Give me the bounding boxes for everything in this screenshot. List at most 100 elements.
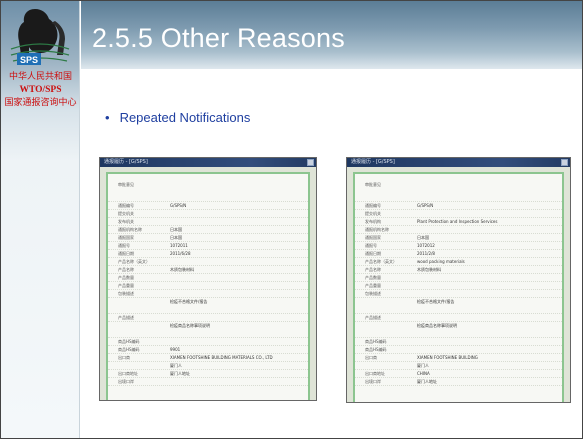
form-rows: 通报编号 G/SPS/N 提交机关 发布机关 通报机构名称 日本国 通报国家 日本国 通报号 10…: [108, 194, 308, 386]
form-heading: 审批意见: [365, 182, 381, 187]
form-row: 产品重量: [108, 282, 308, 290]
form-row-value: G/SPS/N: [170, 203, 187, 208]
form-row: 提交机关: [108, 210, 308, 218]
form-row-label: 通报编号: [118, 203, 134, 208]
form-row-value: 木质包装材料: [417, 267, 441, 272]
form-row-value: 厦门人: [170, 363, 182, 368]
form-row-label: 产品重量: [118, 283, 134, 288]
form-row: 通报机构名称: [355, 226, 562, 234]
form-row-value: XIAMEN FOOTSHINE BUILDING: [417, 355, 478, 360]
form-row: 出口商 XIAMEN FOOTSHINE BUILDING: [355, 354, 562, 362]
form-row-label: 产品名称: [365, 267, 381, 272]
form-row-value: 厦门人地址: [417, 379, 437, 384]
form-row-value: 2011/2/8: [417, 251, 435, 256]
form-row: 通报日期 2011/6/28: [108, 250, 308, 258]
form-row: 产品名称（英文）: [108, 258, 308, 266]
screenshot-title: 通报履历 - [G/SPS]: [351, 159, 395, 165]
screenshot-form: 审批意见 通报编号 G/SPS/N 提交机关发布机构 Plant Protection…: [353, 172, 564, 402]
form-row: [108, 194, 308, 202]
screenshot-titlebar: 通报履历 - [G/SPS]: [100, 158, 316, 167]
form-row-value: XIAMEN FOOTSHINE BUILDING MATERIALS CO.,…: [170, 355, 273, 360]
form-row-label: 商品HS编码: [118, 339, 140, 344]
form-row-label: 产品重量: [365, 283, 381, 288]
form-row-label: 产品数量: [118, 275, 134, 280]
form-row-label: 产品描述: [118, 315, 134, 320]
caption-line1: 中华人民共和国: [8, 72, 72, 82]
form-row: 产品名称 木质包装材料: [355, 266, 562, 274]
form-row-value: 厦门人地址: [170, 371, 190, 376]
form-row: 商品HS编码: [355, 346, 562, 354]
form-row: 包装描述: [355, 290, 562, 298]
form-row-label: 出境口岸: [118, 379, 134, 384]
form-row: 检疫商品名称事项说明: [108, 322, 308, 338]
form-row-value: 2011/6/28: [170, 251, 191, 256]
close-icon: [561, 159, 568, 166]
form-row-value: 厦门人: [417, 363, 429, 368]
form-row: 产品名称（英文） wood packing materials: [355, 258, 562, 266]
form-row-label: 通报日期: [365, 251, 381, 256]
form-row-label: 商品HS编码: [365, 339, 387, 344]
form-row: 产品重量: [355, 282, 562, 290]
screenshot-left: 通报履历 - [G/SPS] 审批意见 通报编号 G/SPS/N 提交机关 发布机关通…: [99, 157, 317, 401]
form-row-value: 检疫不合格文件/报告: [417, 299, 455, 304]
form-row: 产品描述: [108, 314, 308, 322]
form-row: 出口商地址 厦门人地址: [108, 370, 308, 378]
form-row: 检疫不合格文件/报告: [355, 298, 562, 314]
form-row-value: wood packing materials: [417, 259, 465, 264]
form-row-label: 产品描述: [365, 315, 381, 320]
slide: SPS 中华人民共和国 WTO/SPS 国家通报咨询中心 2.5.5 Other…: [0, 0, 583, 439]
sps-logo: SPS: [10, 9, 70, 65]
form-row-value: 1072011: [170, 243, 188, 248]
screenshot-form: 审批意见 通报编号 G/SPS/N 提交机关 发布机关 通报机构名称 日本国 通报国家 日本国…: [106, 172, 310, 400]
form-row-label: 出口商地址: [118, 371, 138, 376]
form-row-label: 通报机构名称: [365, 227, 389, 232]
form-row: 出境口岸: [108, 378, 308, 386]
form-row-label: 通报编号: [365, 203, 381, 208]
form-row: 检疫商品名称事项说明: [355, 322, 562, 338]
form-row-value: G/SPS/N: [417, 203, 434, 208]
form-row-label: 通报号: [365, 243, 377, 248]
form-row: 商品HS编码 9901: [108, 346, 308, 354]
close-icon: [307, 159, 314, 166]
form-row-value: 检疫商品名称事项说明: [417, 323, 457, 328]
form-heading: 审批意见: [118, 182, 134, 187]
form-row-label: 通报国家: [365, 235, 381, 240]
form-row-label: 产品名称（英文）: [365, 259, 397, 264]
caption-line3: 国家通报咨询中心: [4, 98, 77, 108]
form-rows: 通报编号 G/SPS/N 提交机关发布机构 Plant Protection and …: [355, 194, 562, 386]
form-row-value: 木质包装材料: [170, 267, 194, 272]
form-row-value: 日本国: [417, 235, 429, 240]
form-row-label: 出口商地址: [365, 371, 385, 376]
form-row-label: 包装描述: [365, 291, 381, 296]
form-row: 厦门人: [355, 362, 562, 370]
screenshot-right: 通报履历 - [G/SPS] 审批意见 通报编号 G/SPS/N 提交机关发布机构 P…: [346, 157, 571, 403]
form-row: [355, 194, 562, 202]
form-row-label: 出口商: [118, 355, 130, 360]
form-row: 商品HS编码: [355, 338, 562, 346]
form-row: 出口商地址 CHINA: [355, 370, 562, 378]
form-row-value: 1072012: [417, 243, 435, 248]
form-row: 通报编号 G/SPS/N: [355, 202, 562, 210]
form-row: 通报号 1072012: [355, 242, 562, 250]
form-row-value: 检疫商品名称事项说明: [170, 323, 210, 328]
form-row-label: 提交机关: [365, 211, 381, 216]
form-row-label: 商品HS编码: [365, 347, 387, 352]
logo-caption: 中华人民共和国 WTO/SPS 国家通报咨询中心: [1, 71, 80, 110]
bullet-dot: •: [105, 110, 110, 125]
form-row-label: 产品名称: [118, 267, 134, 272]
screenshot-titlebar: 通报履历 - [G/SPS]: [347, 158, 570, 167]
screenshot-title: 通报履历 - [G/SPS]: [104, 159, 148, 165]
form-row: 通报国家 日本国: [108, 234, 308, 242]
form-row: 通报机构名称 日本国: [108, 226, 308, 234]
form-row: 发布机关: [108, 218, 308, 226]
form-row: 发布机构 Plant Protection and Inspection Serv…: [355, 218, 562, 226]
form-row-label: 通报日期: [118, 251, 134, 256]
form-row: 出口商 XIAMEN FOOTSHINE BUILDING MATERIALS C…: [108, 354, 308, 362]
sps-badge-text: SPS: [20, 55, 38, 65]
form-row-label: 通报号: [118, 243, 130, 248]
form-row: 包装描述: [108, 290, 308, 298]
slide-title: 2.5.5 Other Reasons: [92, 23, 345, 53]
form-row: 通报国家 日本国: [355, 234, 562, 242]
sidebar: SPS 中华人民共和国 WTO/SPS 国家通报咨询中心: [1, 1, 80, 438]
form-row-label: 产品名称（英文）: [118, 259, 150, 264]
